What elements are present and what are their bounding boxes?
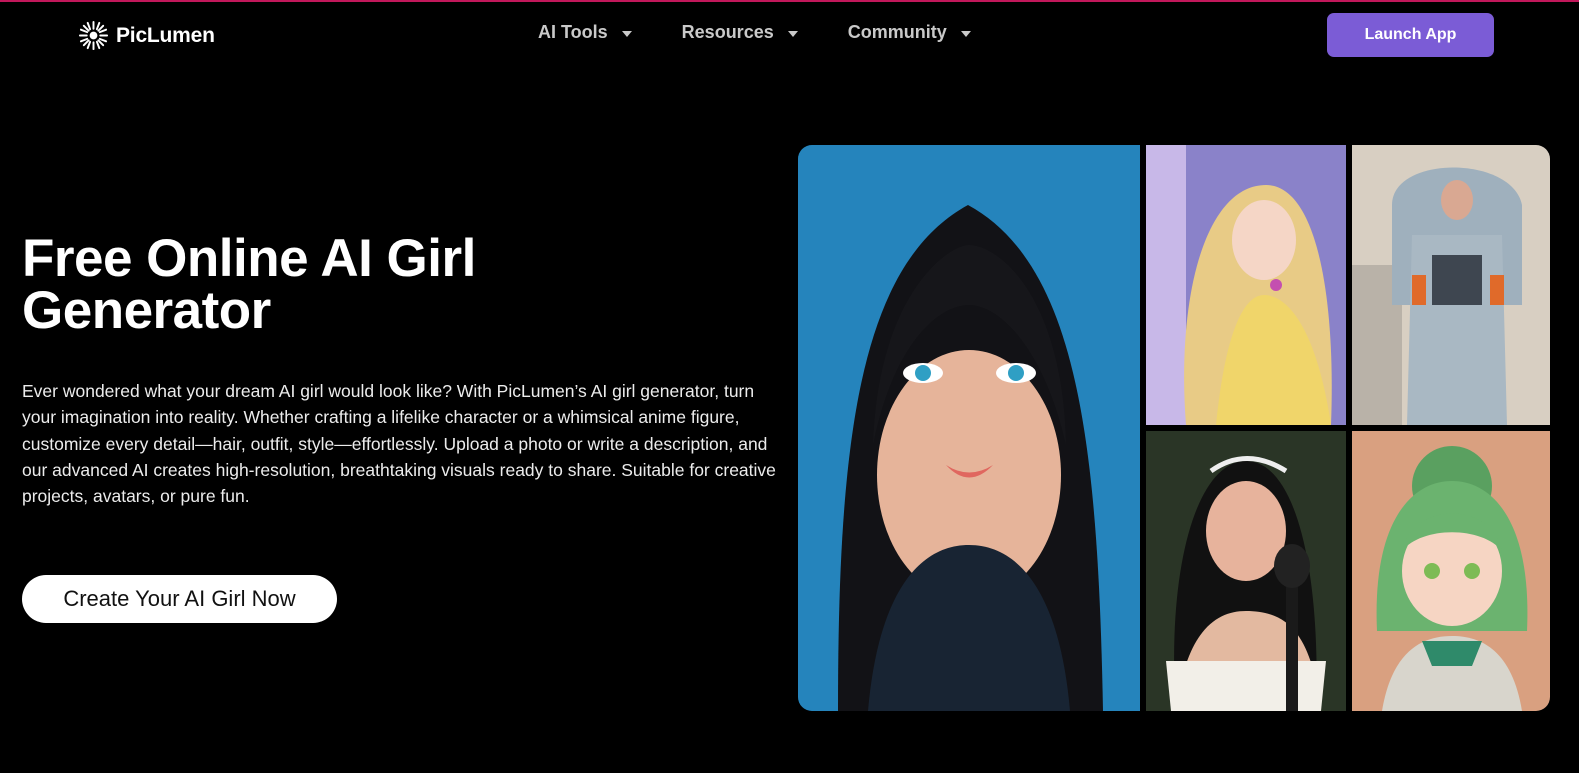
hero-description: Ever wondered what your dream AI girl wo… [22, 381, 776, 507]
gallery-image-mech [1352, 145, 1550, 425]
nav-ai-tools-label: AI Tools [538, 22, 608, 42]
brand-name: PicLumen [116, 23, 215, 47]
gallery-image-princess [1146, 145, 1346, 425]
chevron-down-icon [621, 30, 632, 37]
site-header: PicLumen AI Tools Resources Community La… [0, 2, 1579, 68]
hero-title: Free Online AI Girl Generator [22, 232, 582, 340]
hero-title-line-1: Free Online AI Girl [22, 229, 476, 288]
nav-resources-label: Resources [681, 22, 774, 42]
nav-resources[interactable]: Resources [682, 22, 798, 43]
create-ai-girl-button[interactable]: Create Your AI Girl Now [22, 575, 337, 623]
gallery-image-singer [1146, 431, 1346, 711]
gallery-image-portrait [798, 145, 1140, 711]
image-gallery [798, 145, 1550, 711]
gallery-image-anime [1352, 431, 1550, 711]
starburst-logo-icon [78, 20, 109, 51]
main-nav: AI Tools Resources Community [538, 22, 971, 43]
nav-community[interactable]: Community [848, 22, 971, 43]
nav-ai-tools[interactable]: AI Tools [538, 22, 632, 43]
launch-app-button[interactable]: Launch App [1327, 13, 1494, 57]
chevron-down-icon [787, 30, 798, 37]
nav-community-label: Community [847, 22, 947, 42]
hero-title-line-2: Generator [22, 281, 271, 340]
brand-logo[interactable]: PicLumen [78, 20, 215, 51]
chevron-down-icon [960, 30, 971, 37]
